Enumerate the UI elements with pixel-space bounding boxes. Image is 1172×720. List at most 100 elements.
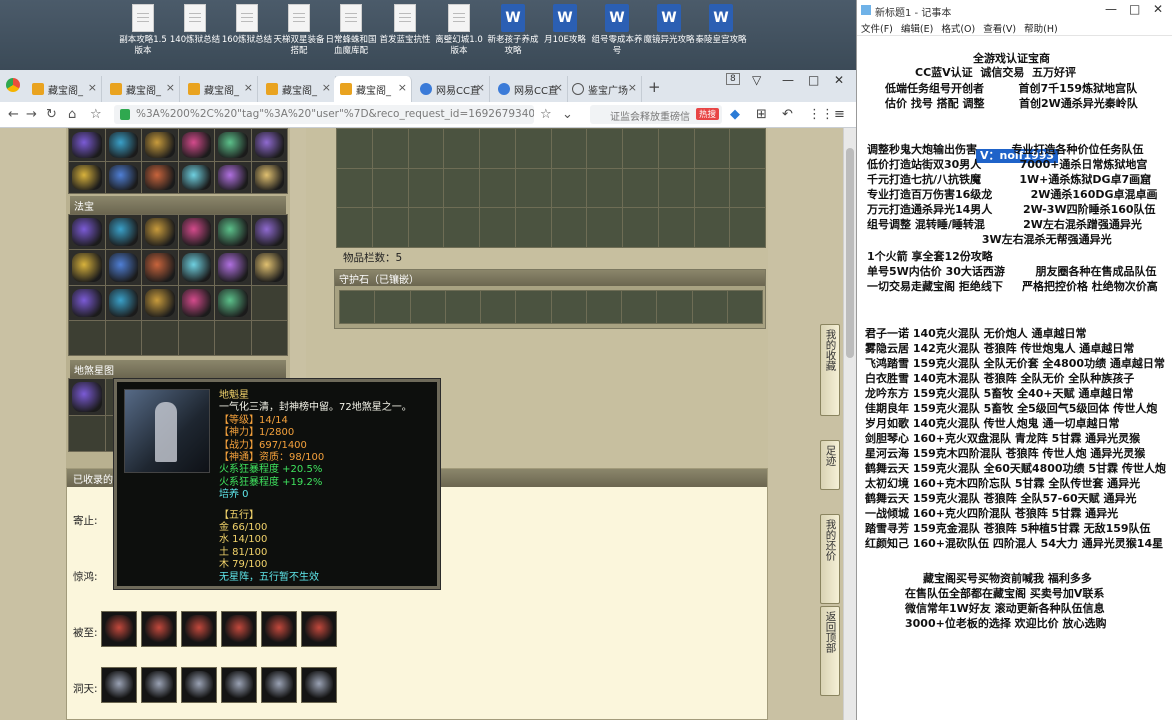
desktop-icon[interactable]: 离璧幻城1.0版本 — [432, 4, 486, 57]
storage-slot[interactable] — [551, 168, 587, 208]
guardstone-slot[interactable] — [410, 291, 445, 323]
equipment-slot[interactable] — [261, 611, 297, 647]
fabao-slot[interactable] — [69, 215, 105, 250]
inventory-slot[interactable] — [69, 161, 105, 193]
fabao-slot[interactable] — [251, 285, 287, 320]
storage-slot[interactable] — [408, 129, 444, 168]
inventory-slot[interactable] — [215, 161, 251, 193]
storage-slot[interactable] — [444, 168, 479, 208]
equipment-slot[interactable] — [181, 611, 217, 647]
desktop-icon[interactable]: 日常蜂蛛和国血魔库配 — [324, 4, 378, 57]
storage-slot[interactable] — [694, 129, 730, 168]
equipment-slot[interactable] — [301, 611, 337, 647]
fabao-slot[interactable] — [142, 320, 178, 355]
tab-close-icon[interactable]: × — [398, 81, 407, 94]
equipment-slot[interactable] — [301, 667, 337, 703]
desktop-icon[interactable]: W 秦陵皇宫攻略 — [694, 4, 748, 46]
fabao-slot[interactable] — [215, 215, 251, 250]
undo-icon[interactable]: ↶ — [782, 107, 793, 122]
inventory-slot[interactable] — [251, 129, 287, 161]
inventory-slot[interactable] — [251, 161, 287, 193]
storage-slot[interactable] — [730, 129, 765, 168]
back-to-top-button[interactable]: 返回顶部 — [820, 606, 840, 696]
inventory-slot[interactable] — [142, 161, 178, 193]
tab-close-icon[interactable]: × — [476, 81, 485, 94]
notepad-menu-item[interactable]: 查看(V) — [983, 24, 1016, 35]
storage-slot[interactable] — [337, 168, 372, 208]
notepad-menu-item[interactable]: 编辑(E) — [901, 24, 933, 35]
tab-7[interactable]: 网易CC直 × — [492, 76, 568, 102]
url-field[interactable]: %3A%200%2C%20"tag"%3A%20"user"%7D&reco_r… — [114, 105, 534, 124]
forward-icon[interactable]: → — [26, 107, 37, 122]
fabao-slot[interactable] — [251, 250, 287, 285]
guardstone-slot[interactable] — [481, 291, 516, 323]
tab-close-icon[interactable]: × — [88, 81, 97, 94]
scroll-thumb[interactable] — [846, 148, 854, 358]
notepad-maximize-button[interactable]: □ — [1129, 2, 1140, 16]
desktop-icon[interactable]: W 月10E攻略 — [538, 4, 592, 46]
fabao-slot[interactable] — [105, 215, 141, 250]
tab-4[interactable]: 藏宝阁_ × — [260, 76, 336, 102]
storage-slot[interactable] — [480, 129, 515, 168]
notepad-menu-item[interactable]: 帮助(H) — [1024, 24, 1058, 35]
fabao-slot[interactable] — [142, 250, 178, 285]
desktop-icon[interactable]: W 魔镜异光攻略 — [642, 4, 696, 46]
equipment-slot[interactable] — [261, 667, 297, 703]
fabao-slot[interactable] — [105, 285, 141, 320]
tab-3[interactable]: 藏宝阁_ × — [182, 76, 258, 102]
desktop-icon[interactable]: 160炼狱总结 — [220, 4, 274, 46]
search-input[interactable]: 证监会释放重磅信 热搜 — [590, 105, 722, 124]
desktop-icon[interactable]: W 组号零成本养号 — [590, 4, 644, 57]
storage-slot[interactable] — [730, 168, 765, 208]
favorite-icon[interactable]: ☆ — [540, 107, 552, 122]
storage-slot[interactable] — [658, 208, 694, 247]
storage-slot[interactable] — [337, 129, 372, 168]
refresh-icon[interactable]: ↻ — [46, 107, 57, 122]
fabao-slot[interactable] — [215, 285, 251, 320]
disha-slot[interactable] — [69, 379, 105, 415]
storage-slot[interactable] — [623, 129, 658, 168]
equipment-slot[interactable] — [221, 611, 257, 647]
tab-count-badge[interactable]: 8 — [726, 73, 740, 85]
desktop-icon[interactable]: 首发蓝宝抗性 — [378, 4, 432, 46]
guardstone-slot[interactable] — [727, 291, 762, 323]
tab-close-icon[interactable]: × — [244, 81, 253, 94]
notepad-menu-item[interactable]: 格式(O) — [941, 24, 975, 35]
equipment-slot[interactable] — [101, 667, 137, 703]
notepad-close-button[interactable]: ✕ — [1153, 2, 1163, 16]
storage-slot[interactable] — [623, 168, 658, 208]
guardstone-slot[interactable] — [657, 291, 692, 323]
storage-slot[interactable] — [658, 168, 694, 208]
equipment-slot[interactable] — [221, 667, 257, 703]
fabao-slot[interactable] — [215, 250, 251, 285]
storage-slot[interactable] — [480, 168, 515, 208]
inventory-slot[interactable] — [178, 161, 214, 193]
close-button[interactable]: ✕ — [834, 73, 844, 87]
storage-slot[interactable] — [372, 129, 408, 168]
menu-icon[interactable]: ≡ — [834, 107, 845, 122]
storage-slot[interactable] — [515, 208, 551, 247]
desktop-icon[interactable]: 天梯双星装备搭配 — [272, 4, 326, 57]
my-favorites-button[interactable]: 我的收藏 — [820, 324, 840, 416]
footprint-button[interactable]: 足迹 — [820, 440, 840, 490]
fabao-slot[interactable] — [178, 215, 214, 250]
guardstone-slot[interactable] — [551, 291, 586, 323]
new-tab-button[interactable]: + — [648, 78, 661, 96]
storage-slot[interactable] — [408, 208, 444, 247]
fabao-slot[interactable] — [69, 320, 105, 355]
storage-slot[interactable] — [551, 208, 587, 247]
storage-slot[interactable] — [408, 168, 444, 208]
inventory-slot[interactable] — [105, 129, 141, 161]
tab-close-icon[interactable]: × — [554, 81, 563, 94]
notepad-text[interactable]: V：noif1993 全游戏认证宝商 CC蓝V认证 诚信交易 五万好评 低端任务组号… — [857, 36, 1172, 720]
guardstone-slot[interactable] — [622, 291, 657, 323]
fabao-slot[interactable] — [251, 215, 287, 250]
back-icon[interactable]: ← — [8, 107, 19, 122]
tab-8[interactable]: 鉴宝广场 × — [566, 76, 642, 102]
fabao-slot[interactable] — [142, 215, 178, 250]
fabao-slot[interactable] — [178, 285, 214, 320]
inventory-slot[interactable] — [142, 129, 178, 161]
storage-slot[interactable] — [658, 129, 694, 168]
desktop-icon[interactable]: 副本攻略1.5版本 — [116, 4, 170, 57]
equipment-slot[interactable] — [141, 667, 177, 703]
